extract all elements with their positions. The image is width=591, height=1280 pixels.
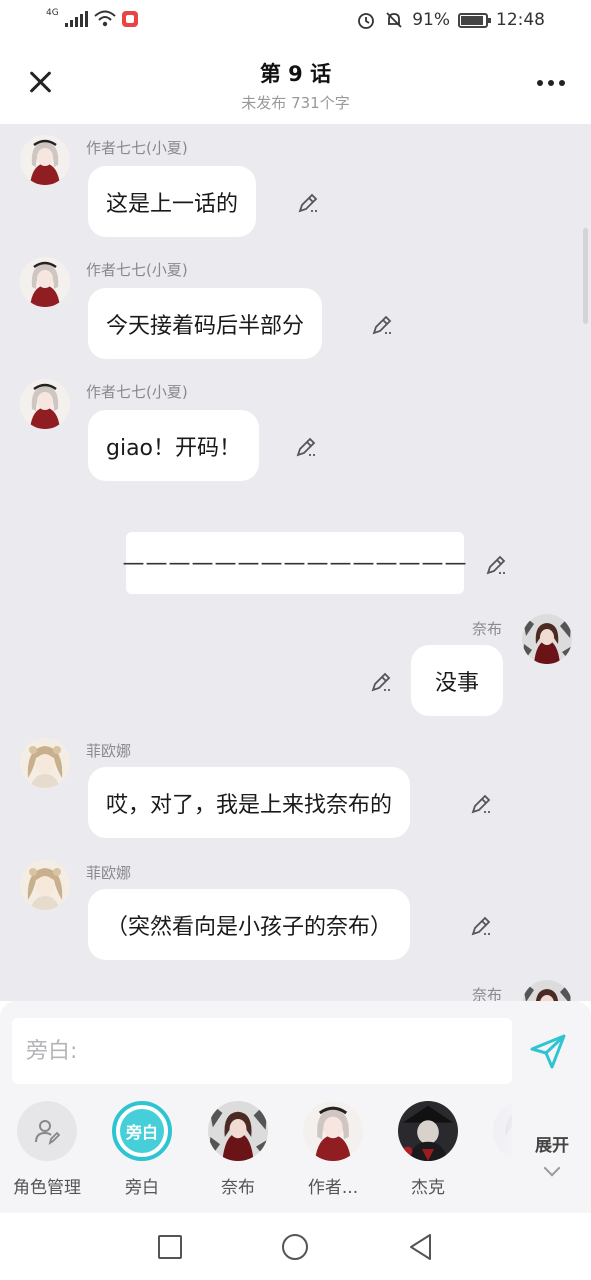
naib-avatar[interactable] — [522, 614, 572, 664]
signal-icon — [64, 11, 88, 27]
wifi-icon — [94, 10, 116, 27]
scrollbar[interactable] — [583, 228, 588, 324]
notification-app-icon — [121, 11, 138, 27]
chat-area[interactable]: 作者七七(小夏) 这是上一话的 作者七七(小夏) 今天接着码后半部分 作者七七(… — [0, 124, 591, 1001]
expand-label: 展开 — [535, 1136, 569, 1156]
naib-avatar[interactable] — [522, 980, 572, 1001]
role-naib[interactable]: 奈布 — [198, 1101, 278, 1198]
battery-icon — [458, 12, 491, 28]
role-author[interactable]: 作者... — [293, 1101, 373, 1198]
chapter-header: 第 9 话 未发布 731个字 — [0, 44, 591, 124]
chapter-title: 第 9 话 — [259, 62, 332, 86]
role-label: 杰克 — [411, 1178, 445, 1198]
composer-panel: 角色管理 旁白 旁白 奈布 作者... 杰克 — [0, 1001, 591, 1213]
message-bubble[interactable]: 哎，对了，我是上来找奈布的 — [88, 767, 411, 838]
role-label: 旁白 — [125, 1178, 159, 1198]
edit-icon[interactable] — [294, 435, 318, 459]
system-nav-bar — [0, 1213, 591, 1280]
author-avatar[interactable] — [20, 135, 70, 185]
sender-name: 奈布 — [472, 986, 503, 1001]
edit-icon[interactable] — [484, 553, 508, 577]
battery-percent: 91% — [412, 10, 450, 30]
message-input-box[interactable] — [12, 1018, 512, 1084]
back-icon[interactable] — [408, 1233, 434, 1261]
message-bubble[interactable]: （突然看向是小孩子的奈布） — [88, 889, 411, 960]
expand-button[interactable]: 展开 — [520, 1131, 584, 1177]
message-bubble[interactable]: 没事 — [411, 645, 503, 716]
role-label: 角色管理 — [13, 1178, 81, 1198]
mute-icon — [386, 12, 402, 28]
author-avatar[interactable] — [20, 379, 70, 429]
clock: 12:48 — [496, 10, 545, 30]
sender-name: 菲欧娜 — [86, 864, 132, 882]
more-options-icon[interactable] — [537, 80, 565, 86]
home-icon[interactable] — [282, 1234, 308, 1260]
chevron-down-icon — [543, 1159, 561, 1177]
scroll-fade — [470, 1101, 520, 1201]
sender-name: 奈布 — [472, 620, 503, 638]
edit-icon[interactable] — [469, 792, 493, 816]
edit-icon[interactable] — [370, 313, 394, 337]
role-label: 作者... — [307, 1178, 359, 1198]
narration-bubble[interactable]: ——————————————— — [123, 532, 467, 594]
person-edit-icon — [17, 1101, 77, 1161]
message-bubble[interactable]: giao！开码！ — [88, 410, 260, 481]
author-avatar[interactable] — [20, 257, 70, 307]
sender-name: 作者七七(小夏) — [86, 139, 188, 157]
narration-badge-text: 旁白 — [120, 1109, 164, 1153]
role-manage[interactable]: 角色管理 — [7, 1101, 87, 1198]
send-icon[interactable] — [528, 1031, 568, 1071]
edit-icon[interactable] — [369, 670, 393, 694]
naib-avatar — [208, 1101, 268, 1161]
role-label: 奈布 — [221, 1178, 255, 1198]
network-type: 4G — [46, 8, 59, 18]
message-bubble[interactable]: 这是上一话的 — [88, 166, 257, 237]
chapter-subtitle: 未发布 731个字 — [241, 94, 350, 112]
message-input[interactable] — [12, 1018, 512, 1084]
sender-name: 作者七七(小夏) — [86, 261, 188, 279]
role-jack[interactable]: 杰克 — [388, 1101, 468, 1198]
edit-icon[interactable] — [296, 191, 320, 215]
recents-icon[interactable] — [158, 1235, 182, 1259]
role-selector[interactable]: 角色管理 旁白 旁白 奈布 作者... 杰克 — [0, 1101, 512, 1201]
fiona-avatar[interactable] — [20, 860, 70, 910]
sender-name: 菲欧娜 — [86, 742, 132, 760]
status-bar: 4G 91% 12:48 — [0, 0, 591, 44]
author-avatar — [303, 1101, 363, 1161]
edit-icon[interactable] — [469, 914, 493, 938]
narration-badge: 旁白 — [112, 1101, 172, 1161]
jack-avatar — [398, 1101, 458, 1161]
role-narration[interactable]: 旁白 旁白 — [102, 1101, 182, 1198]
alarm-icon — [358, 13, 375, 29]
fiona-avatar[interactable] — [20, 738, 70, 788]
message-bubble[interactable]: 今天接着码后半部分 — [88, 288, 323, 359]
sender-name: 作者七七(小夏) — [86, 383, 188, 401]
